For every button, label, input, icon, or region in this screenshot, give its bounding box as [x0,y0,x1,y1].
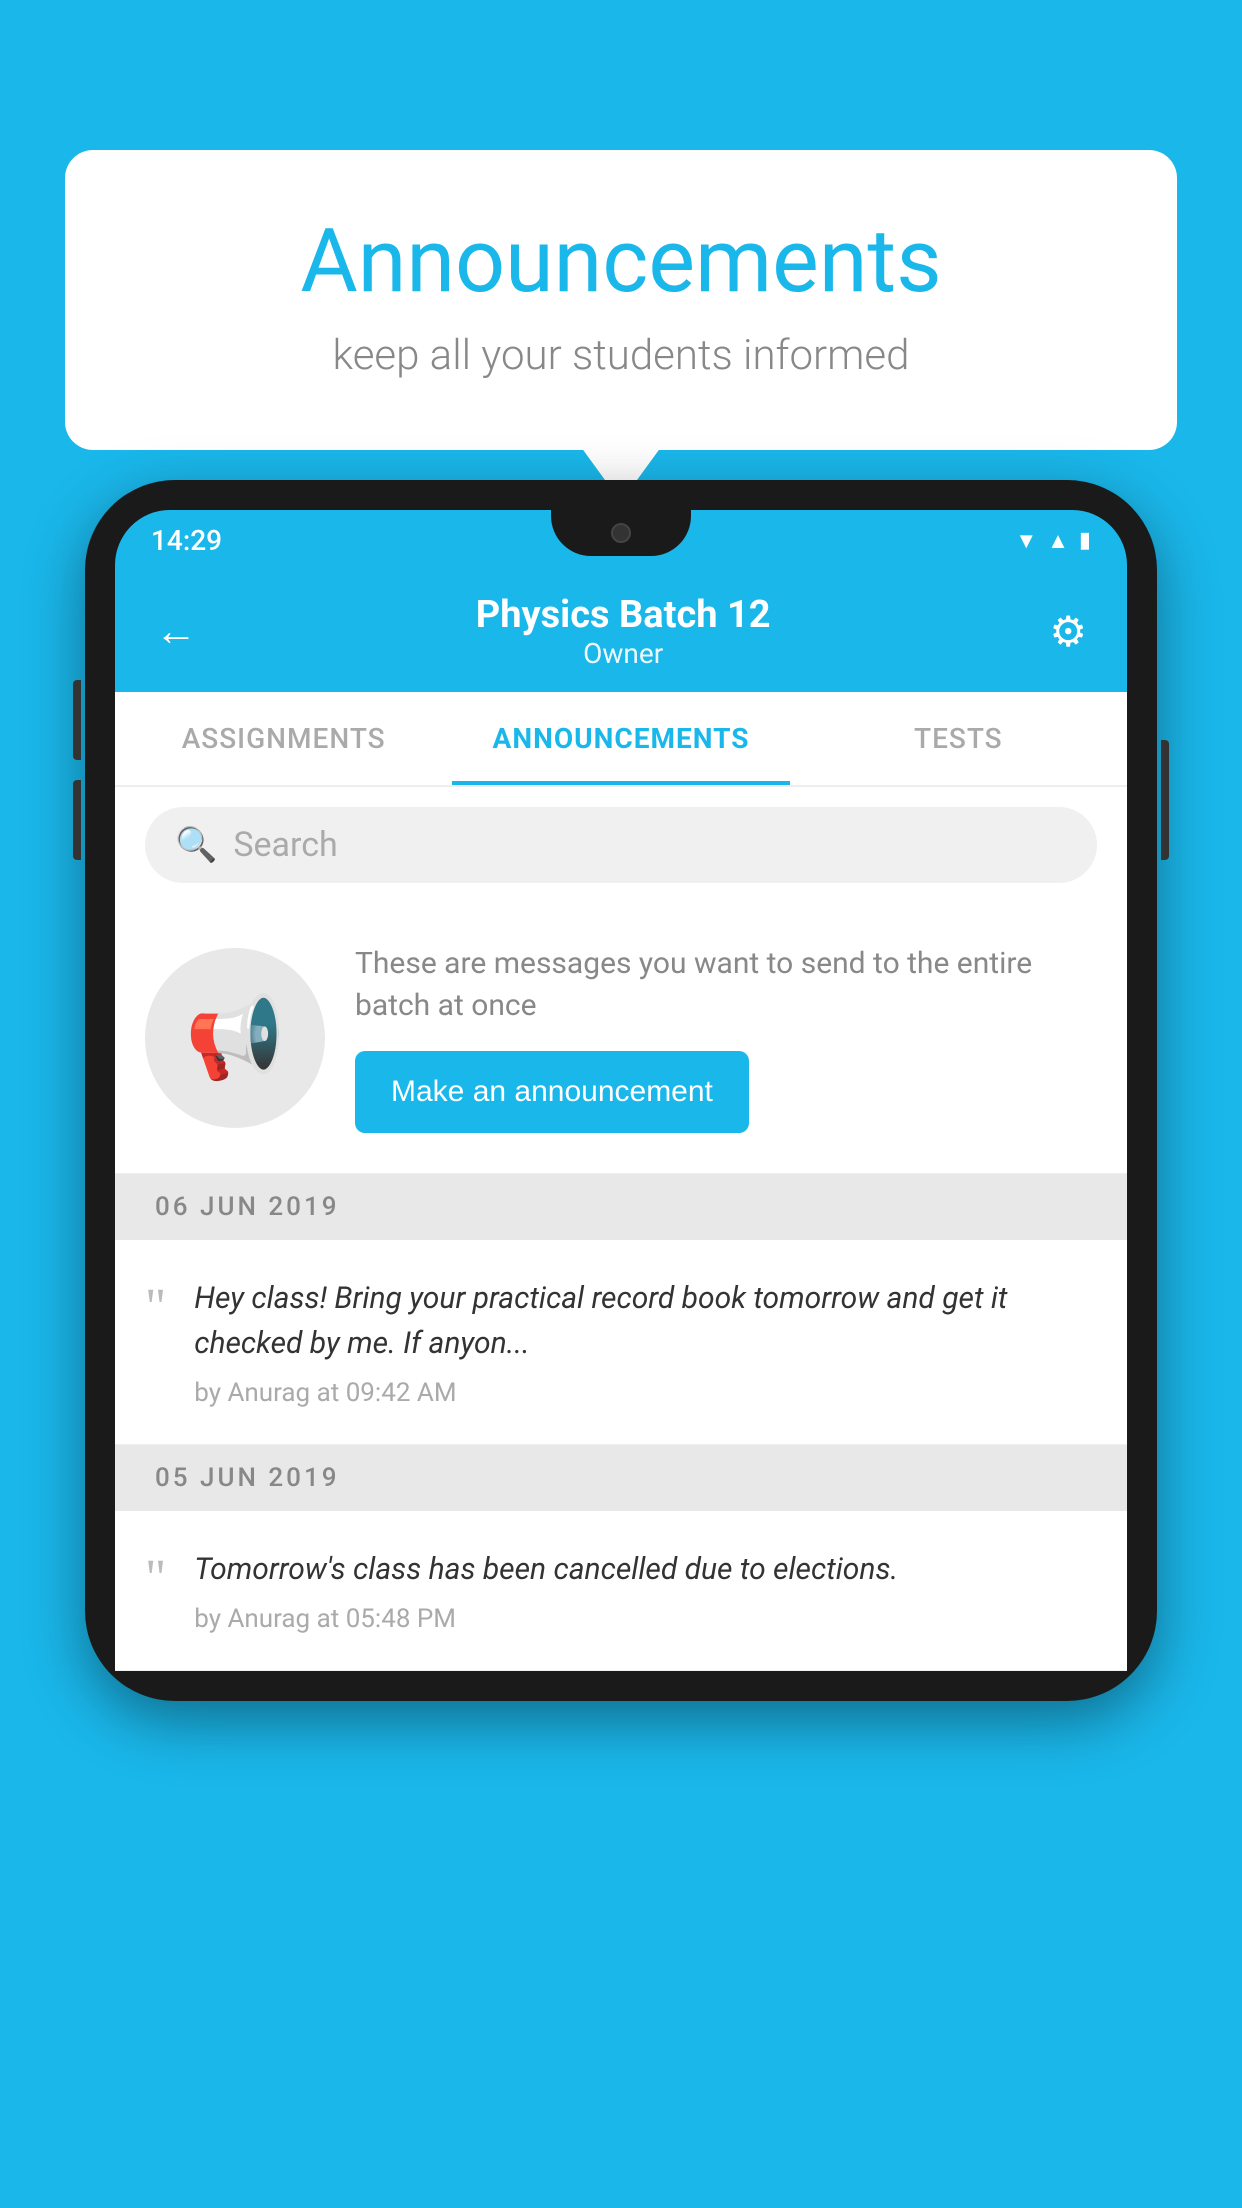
tab-assignments[interactable]: ASSIGNMENTS [115,692,452,785]
status-icons: ▼ ▲ ▮ [1015,528,1091,554]
app-bar-center: Physics Batch 12 Owner [476,593,771,670]
tab-announcements[interactable]: ANNOUNCEMENTS [452,692,789,785]
megaphone-circle: 📢 [145,948,325,1128]
make-announcement-button[interactable]: Make an announcement [355,1051,749,1133]
announcement-text-1: Hey class! Bring your practical record b… [194,1276,1097,1366]
quote-icon-1: " [145,1282,166,1334]
power-button [1161,740,1169,860]
wifi-icon: ▼ [1015,528,1037,554]
app-bar-subtitle: Owner [476,637,771,670]
announcement-item-2: " Tomorrow's class has been cancelled du… [115,1511,1127,1671]
search-bar[interactable]: 🔍 Search [145,807,1097,883]
tabs-bar: ASSIGNMENTS ANNOUNCEMENTS TESTS [115,692,1127,787]
announcement-meta-2: by Anurag at 05:48 PM [194,1604,1097,1634]
notch [551,510,691,556]
announcement-content-1: Hey class! Bring your practical record b… [194,1276,1097,1408]
speech-bubble-container: Announcements keep all your students inf… [65,150,1177,450]
cta-right: These are messages you want to send to t… [355,943,1097,1133]
volume-down-button [73,780,81,860]
tab-tests[interactable]: TESTS [790,692,1127,785]
status-time: 14:29 [151,524,222,557]
phone-container: 14:29 ▼ ▲ ▮ ← Physics Batch 12 Owner ⚙ A… [85,480,1157,1701]
announcement-cta: 📢 These are messages you want to send to… [115,903,1127,1174]
bubble-title: Announcements [145,210,1097,313]
search-container: 🔍 Search [115,787,1127,903]
screen-content: 🔍 Search 📢 These are messages you want t… [115,787,1127,1671]
announcement-text-2: Tomorrow's class has been cancelled due … [194,1547,1097,1592]
phone: 14:29 ▼ ▲ ▮ ← Physics Batch 12 Owner ⚙ A… [85,480,1157,1701]
speech-bubble: Announcements keep all your students inf… [65,150,1177,450]
app-bar: ← Physics Batch 12 Owner ⚙ [115,565,1127,692]
app-bar-title: Physics Batch 12 [476,593,771,637]
signal-icon: ▲ [1047,528,1069,554]
date-separator-2: 05 JUN 2019 [115,1445,1127,1511]
status-bar: 14:29 ▼ ▲ ▮ [115,510,1127,565]
search-placeholder: Search [233,825,337,865]
megaphone-icon: 📢 [185,991,285,1085]
search-icon: 🔍 [175,825,217,865]
settings-icon[interactable]: ⚙ [1049,607,1087,657]
announcement-content-2: Tomorrow's class has been cancelled due … [194,1547,1097,1634]
back-button[interactable]: ← [155,607,197,656]
front-camera [611,523,631,543]
announcement-item-1: " Hey class! Bring your practical record… [115,1240,1127,1445]
quote-icon-2: " [145,1553,166,1605]
date-separator-1: 06 JUN 2019 [115,1174,1127,1240]
cta-description: These are messages you want to send to t… [355,943,1097,1027]
battery-icon: ▮ [1079,528,1091,553]
volume-up-button [73,680,81,760]
announcement-meta-1: by Anurag at 09:42 AM [194,1378,1097,1408]
bubble-subtitle: keep all your students informed [145,331,1097,380]
